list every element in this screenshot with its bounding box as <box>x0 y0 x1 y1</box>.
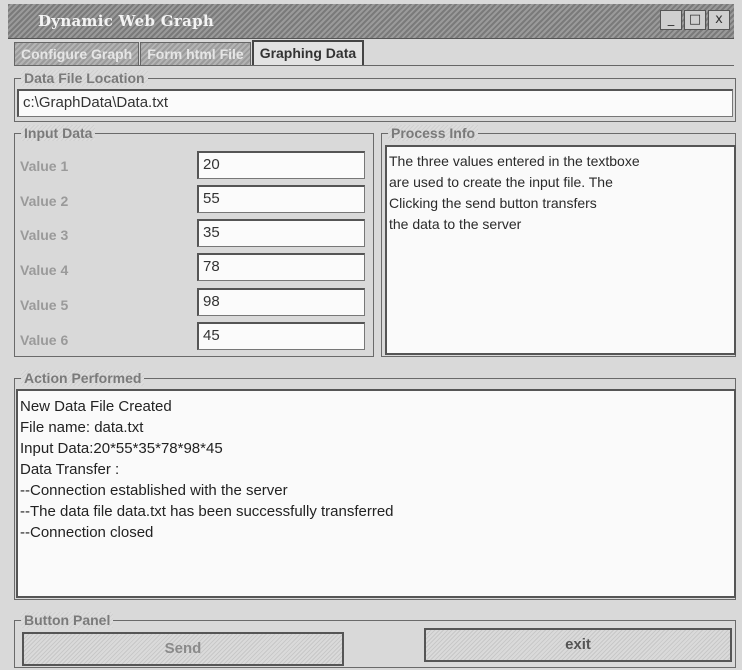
log-line: --Connection established with the server <box>20 482 288 499</box>
close-icon[interactable]: x <box>708 10 730 30</box>
exit-button[interactable]: exit <box>424 628 732 662</box>
send-button[interactable]: Send <box>22 632 344 666</box>
window-controls: _ □ x <box>660 10 730 30</box>
value-6-label: Value 6 <box>20 332 69 348</box>
tab-divider <box>14 65 734 66</box>
value-3-input[interactable]: 35 <box>197 219 365 247</box>
app-window: Dynamic Web Graph _ □ x Configure Graph … <box>0 0 742 670</box>
log-line: New Data File Created <box>20 398 172 415</box>
log-line: --The data file data.txt has been succes… <box>20 503 394 520</box>
value-1-label: Value 1 <box>20 158 69 174</box>
tab-bar: Configure Graph Form html File Graphing … <box>14 40 365 66</box>
value-5-input[interactable]: 98 <box>197 288 365 316</box>
value-2-input[interactable]: 55 <box>197 185 365 213</box>
process-info-legend: Process Info <box>388 125 479 141</box>
input-data-legend: Input Data <box>21 125 96 141</box>
value-1-input[interactable]: 20 <box>197 151 365 179</box>
minimize-icon[interactable]: _ <box>660 10 682 30</box>
process-info-line: the data to the server <box>389 216 522 232</box>
log-line: Input Data:20*55*35*78*98*45 <box>20 440 223 457</box>
value-5-label: Value 5 <box>20 297 69 313</box>
tab-configure-graph[interactable]: Configure Graph <box>14 42 140 66</box>
maximize-icon[interactable]: □ <box>684 10 706 30</box>
value-3-label: Value 3 <box>20 227 69 243</box>
tab-graphing-data[interactable]: Graphing Data <box>251 40 365 66</box>
action-performed-legend: Action Performed <box>21 370 145 386</box>
process-info-line: are used to create the input file. The <box>389 174 613 190</box>
window-title: Dynamic Web Graph <box>38 12 215 30</box>
value-2-label: Value 2 <box>20 193 69 209</box>
value-4-input[interactable]: 78 <box>197 253 365 281</box>
process-info-line: The three values entered in the textboxe <box>389 153 640 169</box>
tab-form-html-file[interactable]: Form html File <box>140 42 251 66</box>
button-panel-legend: Button Panel <box>21 612 114 628</box>
process-info-line: Clicking the send button transfers <box>389 195 597 211</box>
log-line: File name: data.txt <box>20 419 144 436</box>
title-bar[interactable]: Dynamic Web Graph _ □ x <box>8 4 734 39</box>
action-log[interactable]: New Data File Created File name: data.tx… <box>16 389 736 598</box>
log-line: --Connection closed <box>20 524 154 541</box>
value-4-label: Value 4 <box>20 262 69 278</box>
log-line: Data Transfer : <box>20 461 120 478</box>
data-file-path-field[interactable]: c:\GraphData\Data.txt <box>17 89 733 117</box>
data-file-legend: Data File Location <box>21 70 148 86</box>
data-file-group: Data File Location c:\GraphData\Data.txt <box>14 70 736 122</box>
process-info-text: The three values entered in the textboxe… <box>385 145 736 355</box>
value-6-input[interactable]: 45 <box>197 322 365 350</box>
